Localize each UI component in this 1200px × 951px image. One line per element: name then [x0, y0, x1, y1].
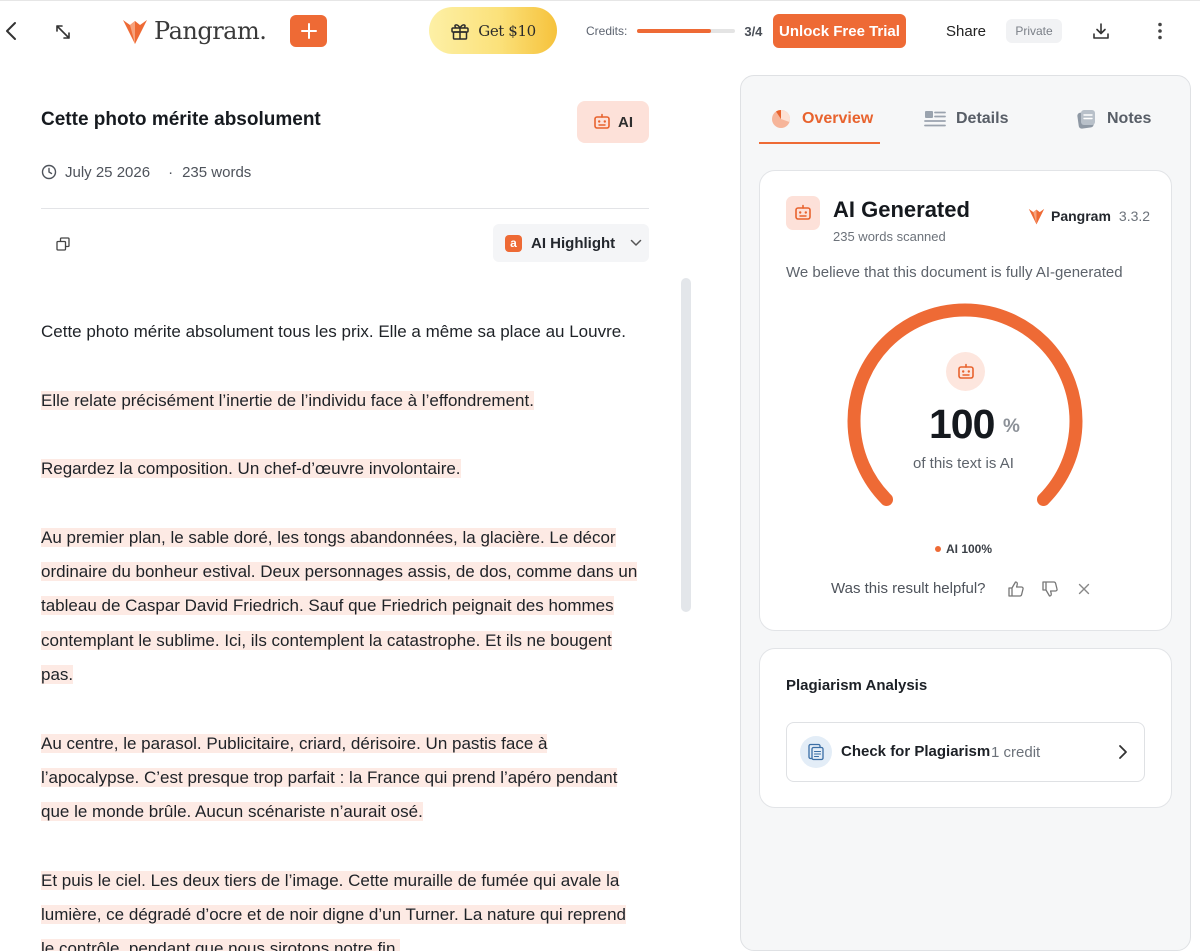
ai-chip-label: AI — [618, 113, 633, 131]
legend-label: AI 100% — [946, 542, 993, 556]
plagiarism-title: Plagiarism Analysis — [786, 677, 928, 694]
document-paragraph: Elle relate précisément l’inertie de l’i… — [41, 384, 661, 418]
ai-highlighted-line: pas. — [41, 664, 74, 684]
credits-label: Credits: — [586, 24, 628, 38]
ai-highlight-label: AI Highlight — [531, 234, 616, 252]
tab-overview[interactable]: Overview — [770, 105, 873, 133]
document-paragraph: Cette photo mérite absolument tous les p… — [41, 315, 661, 349]
plus-icon — [300, 23, 317, 39]
pie-chart-icon — [772, 109, 791, 128]
result-title: AI Generated — [833, 197, 970, 222]
gift-icon — [451, 23, 469, 40]
result-words-scanned: 235 words scanned — [833, 229, 946, 244]
ai-highlighted-line: le contrôle, pendant que nous sirotons n… — [41, 939, 401, 951]
plagiarism-cost: 1 credit — [991, 744, 1041, 761]
tab-details[interactable]: Details — [924, 105, 1008, 133]
ai-highlighted-line: que le monde brûle. Aucun scénariste n’a… — [41, 802, 423, 822]
tab-notes-label: Notes — [1107, 110, 1152, 127]
document-paragraph: Au premier plan, le sable doré, les tong… — [41, 521, 661, 692]
more-options-icon[interactable] — [1150, 18, 1170, 44]
meta-separator: · — [168, 163, 174, 181]
ai-highlight-dropdown[interactable]: a AI Highlight — [493, 224, 649, 262]
model-version: 3.3.2 — [1118, 208, 1151, 224]
ai-highlight-badge-icon: a — [505, 234, 522, 252]
privacy-badge[interactable]: Private — [1006, 19, 1062, 43]
document-body: Cette photo mérite absolument tous les p… — [41, 315, 661, 951]
check-plagiarism-label: Check for Plagiarism — [841, 743, 991, 760]
document-paragraph: Au centre, le parasol. Publicitaire, cri… — [41, 727, 661, 830]
tab-notes[interactable]: Notes — [1075, 105, 1151, 133]
ai-score-value: 100 — [929, 401, 995, 447]
credits-count: 3/4 — [744, 23, 763, 39]
clock-icon — [41, 164, 57, 180]
ai-highlighted-line: l’apocalypse. C’est presque trop parfait… — [41, 767, 618, 787]
get-10-label: Get $10 — [478, 21, 536, 40]
back-chevron-icon[interactable] — [0, 17, 22, 45]
ai-highlighted-line: ordinaire du bonheur estival. Deux perso… — [41, 562, 638, 582]
plagiarism-doc-icon — [800, 736, 832, 768]
ai-score-unit: % — [1003, 416, 1020, 437]
new-document-button[interactable] — [290, 15, 327, 47]
pangram-logo-icon — [123, 20, 147, 44]
share-button[interactable]: Share — [946, 19, 986, 43]
ai-highlighted-line: Au centre, le parasol. Publicitaire, cri… — [41, 733, 548, 753]
notes-icon — [1077, 110, 1095, 129]
ai-highlighted-line: Et puis le ciel. Les deux tiers de l’ima… — [41, 870, 620, 890]
model-brand: Pangram 3.3.2 — [1028, 206, 1150, 226]
legend-dot — [935, 546, 941, 552]
brand-name: Pangram — [1051, 208, 1111, 224]
document-title: Cette photo mérite absolument — [41, 109, 321, 130]
pangram-logo[interactable]: Pangram. — [122, 15, 267, 47]
chevron-right-icon — [1119, 745, 1127, 759]
logo-text: Pangram. — [154, 17, 267, 45]
close-icon[interactable] — [1075, 580, 1093, 598]
document-scrollbar[interactable] — [681, 278, 691, 612]
ai-highlighted-line: tableau de Caspar David Friedrich. Sauf … — [41, 596, 614, 616]
check-plagiarism-button[interactable]: Check for Plagiarism 1 credit — [786, 722, 1145, 782]
ai-highlighted-line: Au premier plan, le sable doré, les tong… — [41, 527, 616, 547]
robot-icon — [786, 196, 820, 230]
ai-highlighted-line: Cette photo mérite absolument tous les p… — [41, 322, 626, 341]
credits-progress-track — [637, 29, 736, 33]
tab-details-label: Details — [956, 110, 1009, 127]
document-word-count: 235 words — [182, 163, 252, 181]
ai-verdict-chip[interactable]: AI — [577, 101, 649, 143]
thumbs-down-icon[interactable] — [1040, 579, 1060, 599]
document-date: July 25 2026 — [65, 163, 151, 181]
result-belief: We believe that this document is fully A… — [786, 264, 1123, 281]
document-paragraph: Et puis le ciel. Les deux tiers de l’ima… — [41, 864, 661, 951]
ai-highlighted-line: lumière, ce dégradé d’ocre et de noir di… — [41, 905, 626, 925]
thumbs-up-icon[interactable] — [1006, 579, 1026, 599]
chevron-down-icon — [630, 239, 642, 246]
expand-icon[interactable] — [50, 19, 76, 45]
robot-icon — [594, 113, 610, 129]
unlock-free-trial-button[interactable]: Unlock Free Trial — [773, 14, 906, 48]
tab-overview-label: Overview — [802, 110, 874, 127]
active-tab-indicator — [759, 142, 880, 144]
document-meta: July 25 2026 · 235 words — [41, 161, 251, 183]
credits-meter: Credits: 3/4 — [586, 21, 762, 41]
document-paragraph: Regardez la composition. Un chef-d’œuvre… — [41, 452, 661, 486]
feedback-question: Was this result helpful? — [831, 580, 986, 597]
ai-highlighted-line: Regardez la composition. Un chef-d’œuvre… — [41, 459, 461, 479]
copy-icon[interactable] — [52, 233, 74, 255]
robot-icon — [946, 352, 985, 391]
ai-highlighted-line: contemplant le sublime. Ici, ils contemp… — [41, 630, 612, 650]
gauge-legend: AI 100% — [935, 541, 992, 557]
credits-progress-fill — [637, 29, 711, 33]
download-icon[interactable] — [1089, 18, 1113, 44]
ai-score-caption: of this text is AI — [913, 455, 1014, 472]
get-10-button[interactable]: Get $10 — [429, 7, 557, 54]
document-lines-icon — [924, 111, 946, 127]
ai-highlighted-line: Elle relate précisément l’inertie de l’i… — [41, 390, 534, 410]
pangram-logo-icon — [1028, 208, 1045, 225]
header-divider — [41, 208, 649, 209]
top-bar: Pangram. Get $10 Credits: 3/4 Unlock Fre… — [0, 0, 1200, 60]
